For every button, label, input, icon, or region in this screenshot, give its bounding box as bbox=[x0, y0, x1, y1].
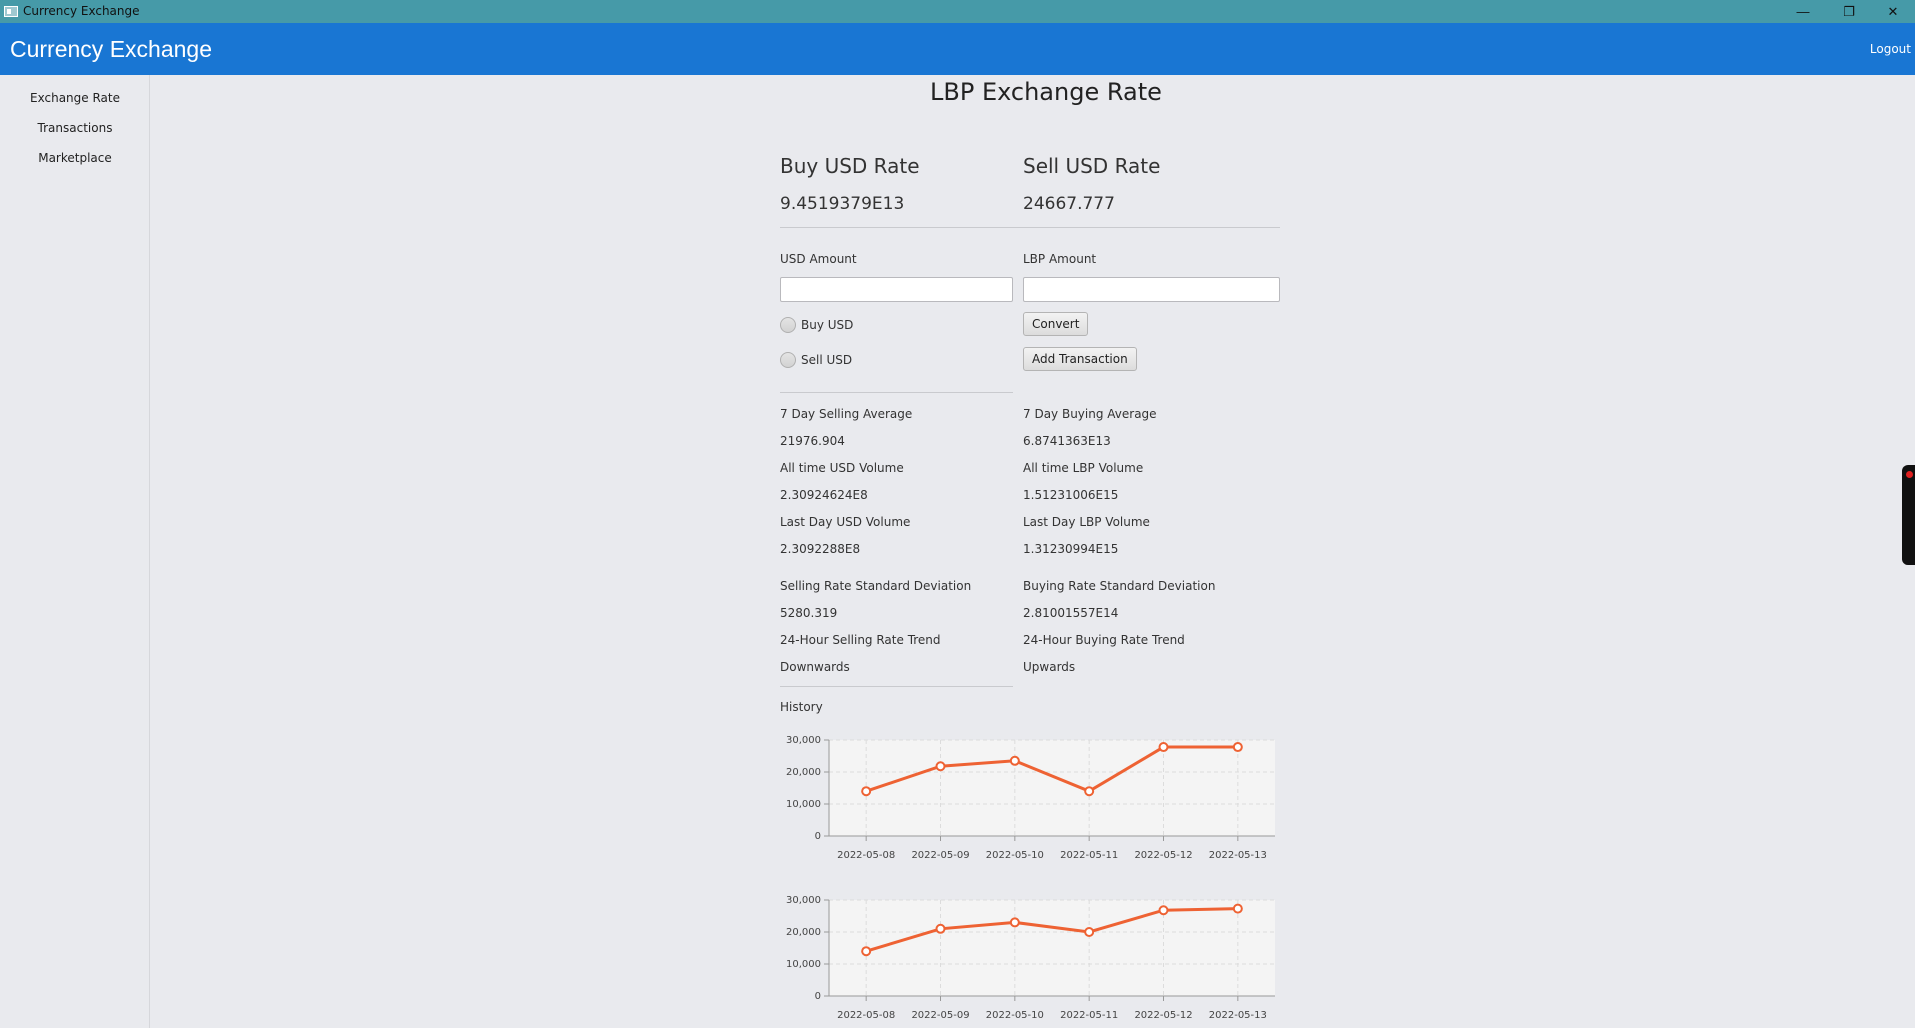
sell-usd-radio-label: Sell USD bbox=[801, 353, 853, 367]
window-titlebar: Currency Exchange — ❐ ✕ bbox=[0, 0, 1915, 23]
x-tick-label: 2022-05-12 bbox=[1134, 1010, 1192, 1021]
divider bbox=[780, 227, 1280, 228]
stat-label: 24-Hour Buying Rate Trend bbox=[1023, 633, 1185, 647]
sidebar-item-exchange-rate[interactable]: Exchange Rate bbox=[0, 91, 150, 105]
data-point bbox=[1084, 927, 1095, 937]
stat-label: All time USD Volume bbox=[780, 461, 904, 475]
stat-label: Selling Rate Standard Deviation bbox=[780, 579, 972, 593]
sell-rate-label: Sell USD Rate bbox=[1023, 154, 1161, 178]
stat-value: 5280.319 bbox=[780, 606, 838, 620]
plot-area bbox=[829, 900, 1275, 996]
stat-label: Last Day LBP Volume bbox=[1023, 515, 1150, 529]
lbp-amount-label: LBP Amount bbox=[1023, 252, 1097, 266]
x-tick-label: 2022-05-10 bbox=[986, 850, 1044, 861]
history-chart-selling: 0 10,000 20,000 30,000 2022-05-08 2022-05-09 2… bbox=[786, 735, 1275, 861]
stat-value: 1.51231006E15 bbox=[1023, 488, 1119, 502]
x-tick-label: 2022-05-11 bbox=[1060, 1010, 1118, 1021]
x-tick-label: 2022-05-09 bbox=[911, 1010, 969, 1021]
x-tick-label: 2022-05-11 bbox=[1060, 850, 1118, 861]
stat-label: Last Day USD Volume bbox=[780, 515, 911, 529]
divider bbox=[780, 392, 1013, 393]
data-point bbox=[1009, 755, 1020, 766]
history-label: History bbox=[780, 700, 823, 714]
restore-icon[interactable]: ❐ bbox=[1826, 0, 1872, 23]
data-point bbox=[861, 786, 872, 797]
history-chart-buying: 0 10,000 20,000 30,000 2022-05-08 2022-05-09 2… bbox=[786, 895, 1275, 1021]
stat-label: 7 Day Selling Average bbox=[780, 407, 913, 421]
sidebar-item-transactions[interactable]: Transactions bbox=[0, 121, 150, 135]
data-point bbox=[1158, 905, 1169, 916]
data-point bbox=[861, 946, 872, 957]
add-transaction-button[interactable]: Add Transaction bbox=[1023, 347, 1137, 371]
logout-button[interactable]: Logout bbox=[1870, 42, 1911, 56]
y-tick-label: 20,000 bbox=[786, 927, 821, 938]
buy-usd-radio-label: Buy USD bbox=[801, 318, 854, 332]
stat-label: 7 Day Buying Average bbox=[1023, 407, 1157, 421]
data-point bbox=[1009, 917, 1020, 928]
app-window-icon bbox=[4, 6, 18, 17]
buy-usd-radio[interactable] bbox=[780, 317, 796, 333]
stat-value: 6.8741363E13 bbox=[1023, 434, 1111, 448]
plot-area bbox=[829, 740, 1275, 836]
stat-value: 2.81001557E14 bbox=[1023, 606, 1119, 620]
stat-value: 1.31230994E15 bbox=[1023, 542, 1119, 556]
data-point bbox=[1158, 742, 1169, 753]
window-title: Currency Exchange bbox=[23, 4, 140, 18]
x-tick-label: 2022-05-08 bbox=[837, 1010, 895, 1021]
stat-value: Upwards bbox=[1023, 660, 1076, 674]
y-tick-label: 0 bbox=[815, 831, 821, 842]
stat-label: All time LBP Volume bbox=[1023, 461, 1144, 475]
x-tick-label: 2022-05-08 bbox=[837, 850, 895, 861]
usd-amount-label: USD Amount bbox=[780, 252, 857, 266]
x-tick-label: 2022-05-09 bbox=[911, 850, 969, 861]
buy-rate-value: 9.4519379E13 bbox=[780, 194, 905, 214]
y-tick-label: 10,000 bbox=[786, 959, 821, 970]
y-tick-label: 10,000 bbox=[786, 799, 821, 810]
y-tick-label: 0 bbox=[815, 991, 821, 1002]
page-title: LBP Exchange Rate bbox=[930, 78, 1162, 106]
sell-rate-value: 24667.777 bbox=[1023, 194, 1115, 214]
minimize-icon[interactable]: — bbox=[1780, 0, 1826, 23]
app-header: Currency Exchange Logout bbox=[0, 23, 1915, 75]
x-tick-label: 2022-05-10 bbox=[986, 1010, 1044, 1021]
stat-value: 2.3092288E8 bbox=[780, 542, 861, 556]
record-dot-icon bbox=[1906, 471, 1913, 478]
x-tick-label: 2022-05-13 bbox=[1209, 1010, 1267, 1021]
screen-recorder-tab[interactable]: screenrec bbox=[1902, 465, 1915, 565]
stat-value: 2.30924624E8 bbox=[780, 488, 868, 502]
data-point bbox=[935, 761, 946, 772]
sidebar: Exchange Rate Transactions Marketplace bbox=[0, 75, 150, 1028]
app-brand: Currency Exchange bbox=[10, 36, 212, 62]
stat-label: Buying Rate Standard Deviation bbox=[1023, 579, 1216, 593]
x-tick-label: 2022-05-13 bbox=[1209, 850, 1267, 861]
close-icon[interactable]: ✕ bbox=[1870, 0, 1915, 23]
lbp-amount-input[interactable] bbox=[1023, 277, 1280, 302]
convert-button[interactable]: Convert bbox=[1023, 312, 1089, 336]
stat-value: 21976.904 bbox=[780, 434, 845, 448]
usd-amount-input[interactable] bbox=[780, 277, 1013, 302]
buy-rate-label: Buy USD Rate bbox=[780, 154, 920, 178]
stat-label: 24-Hour Selling Rate Trend bbox=[780, 633, 941, 647]
x-tick-label: 2022-05-12 bbox=[1134, 850, 1192, 861]
data-point bbox=[1084, 786, 1095, 797]
y-tick-label: 30,000 bbox=[786, 735, 821, 746]
data-point bbox=[1232, 903, 1243, 914]
sell-usd-radio[interactable] bbox=[780, 352, 796, 368]
data-point bbox=[935, 923, 946, 934]
y-tick-label: 30,000 bbox=[786, 895, 821, 906]
sidebar-item-marketplace[interactable]: Marketplace bbox=[0, 151, 150, 165]
stat-value: Downwards bbox=[780, 660, 850, 674]
divider bbox=[780, 686, 1013, 687]
data-point bbox=[1232, 742, 1243, 753]
y-tick-label: 20,000 bbox=[786, 767, 821, 778]
